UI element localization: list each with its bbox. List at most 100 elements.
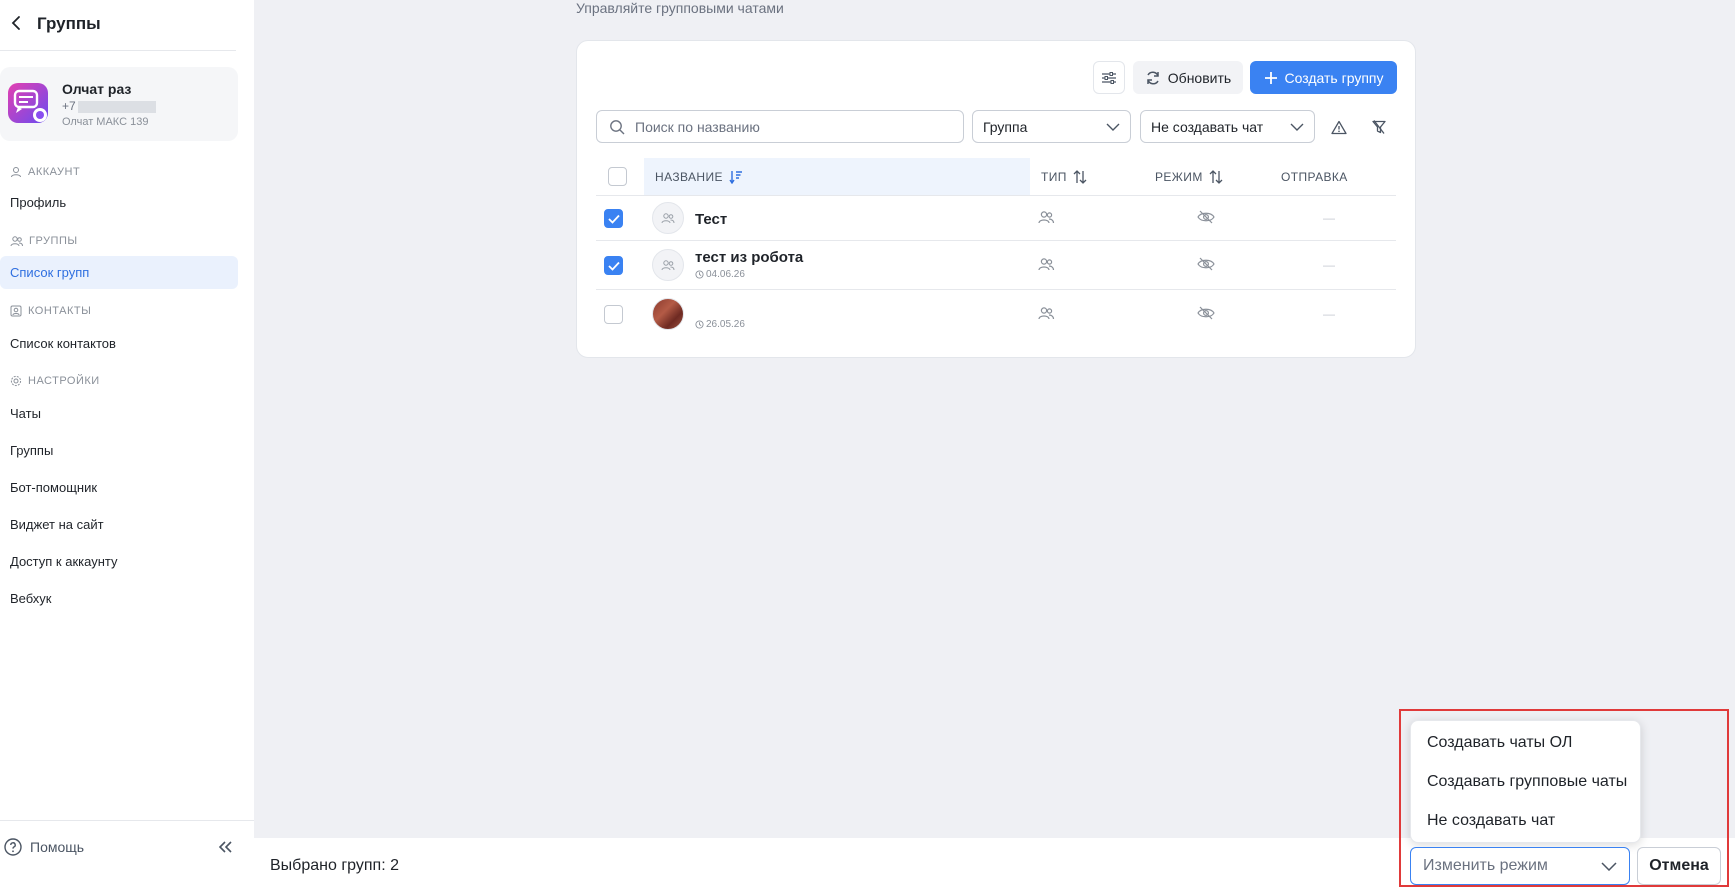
select-all-checkbox[interactable] (608, 167, 627, 186)
row-checkbox[interactable] (604, 209, 623, 228)
sidebar-item-groups[interactable]: Группы (0, 434, 238, 467)
column-type[interactable]: ТИП (1041, 170, 1087, 184)
sidebar-item-group-list[interactable]: Список групп (0, 256, 238, 289)
section-account: АККАУНТ (10, 166, 80, 178)
account-name: Олчат раз (62, 81, 132, 97)
send-value: — (1323, 307, 1335, 321)
group-avatar-photo (652, 298, 684, 330)
group-type-icon (1037, 306, 1055, 324)
refresh-button[interactable]: Обновить (1133, 61, 1243, 94)
row-checkbox[interactable] (604, 305, 623, 324)
search-input[interactable] (635, 118, 935, 135)
group-name[interactable]: тест из робота (695, 249, 803, 266)
send-value: — (1323, 258, 1335, 272)
search-icon (610, 119, 625, 134)
clear-filters-button[interactable] (1366, 114, 1392, 140)
group-name[interactable]: Тест (695, 211, 727, 228)
section-contacts-label: КОНТАКТЫ (28, 305, 92, 317)
app-logo-icon (8, 83, 50, 125)
sidebar-item-access[interactable]: Доступ к аккаунту (0, 545, 238, 578)
section-settings: НАСТРОЙКИ (10, 375, 100, 387)
sidebar-item-chats[interactable]: Чаты (0, 397, 238, 430)
group-type-icon (1037, 257, 1055, 275)
sidebar-item-webhook[interactable]: Вебхук (0, 582, 238, 615)
eye-off-icon (1197, 210, 1215, 228)
column-send: ОТПРАВКА (1281, 170, 1348, 184)
help-link[interactable]: Помощь (4, 838, 84, 856)
group-avatar (652, 202, 684, 234)
sort-icon (1073, 170, 1087, 184)
column-settings-button[interactable] (1093, 61, 1125, 94)
sort-desc-icon (729, 171, 742, 184)
section-settings-label: НАСТРОЙКИ (28, 375, 100, 387)
sidebar: Группы Олчат раз +7 Олчат МАКС 139 АККАУ… (0, 0, 254, 890)
create-group-button[interactable]: Создать группу (1250, 61, 1397, 94)
users-icon (661, 260, 675, 271)
column-mode[interactable]: РЕЖИМ (1155, 170, 1223, 184)
check-icon (607, 214, 620, 224)
type-filter-value: Группа (983, 118, 1028, 135)
send-value: — (1323, 211, 1335, 225)
group-date-value: 04.06.26 (706, 269, 745, 280)
column-name[interactable]: НАЗВАНИЕ (655, 170, 743, 184)
highlight-box (1399, 709, 1729, 887)
type-filter-select[interactable]: Группа (972, 110, 1131, 143)
help-icon (4, 838, 22, 856)
account-phone: +7 (62, 99, 156, 113)
sidebar-divider (0, 820, 254, 821)
column-send-label: ОТПРАВКА (1281, 170, 1348, 184)
sidebar-item-contact-list[interactable]: Список контактов (0, 327, 238, 360)
phone-mask (77, 100, 156, 113)
clock-icon (695, 270, 704, 279)
section-account-label: АККАУНТ (28, 166, 81, 178)
refresh-label: Обновить (1167, 69, 1232, 86)
account-card[interactable]: Олчат раз +7 Олчат МАКС 139 (0, 67, 238, 141)
selected-count: Выбрано групп: 2 (270, 857, 399, 874)
refresh-icon (1147, 70, 1159, 85)
group-date-value: 26.05.26 (706, 319, 745, 330)
account-subtitle: Олчат МАКС 139 (62, 116, 149, 128)
sidebar-header: Группы (0, 0, 236, 51)
section-contacts: КОНТАКТЫ (10, 305, 91, 317)
sliders-icon (1102, 71, 1116, 84)
clock-icon (695, 320, 704, 329)
users-icon (10, 236, 23, 247)
account-phone-prefix: +7 (62, 99, 76, 113)
filter-off-icon (1372, 120, 1386, 134)
chevron-down-icon (1290, 123, 1304, 131)
mode-filter-value: Не создавать чат (1151, 118, 1264, 135)
users-icon (661, 213, 675, 224)
warning-icon (1331, 120, 1347, 134)
section-groups: ГРУППЫ (10, 235, 78, 247)
row-checkbox[interactable] (604, 256, 623, 275)
contact-card-icon (10, 305, 22, 317)
section-groups-label: ГРУППЫ (29, 235, 78, 247)
group-date: 26.05.26 (695, 319, 745, 330)
plus-icon (1264, 71, 1277, 84)
column-name-label: НАЗВАНИЕ (655, 170, 723, 184)
sidebar-item-widget[interactable]: Виджет на сайт (0, 508, 238, 541)
column-mode-label: РЕЖИМ (1155, 170, 1203, 184)
sidebar-item-bot[interactable]: Бот-помощник (0, 471, 238, 504)
check-icon (607, 261, 620, 271)
group-type-icon (1037, 210, 1055, 228)
warning-filter-button[interactable] (1326, 114, 1352, 140)
back-arrow-icon[interactable] (6, 12, 26, 34)
sidebar-item-profile[interactable]: Профиль (0, 186, 238, 219)
eye-off-icon (1197, 306, 1215, 324)
column-type-label: ТИП (1041, 170, 1067, 184)
eye-off-icon (1197, 257, 1215, 275)
group-date: 04.06.26 (695, 269, 745, 280)
help-label: Помощь (30, 839, 85, 855)
group-avatar (652, 249, 684, 281)
create-group-label: Создать группу (1284, 69, 1384, 86)
mode-filter-select[interactable]: Не создавать чат (1140, 110, 1315, 143)
page-subtitle: Управляйте групповыми чатами (576, 0, 784, 16)
sort-icon (1209, 170, 1223, 184)
collapse-sidebar-icon[interactable] (216, 838, 236, 858)
user-icon (11, 167, 21, 178)
page-title: Группы (37, 14, 101, 33)
gear-icon (10, 375, 22, 387)
search-field[interactable] (596, 110, 964, 143)
chevron-down-icon (1106, 123, 1120, 131)
